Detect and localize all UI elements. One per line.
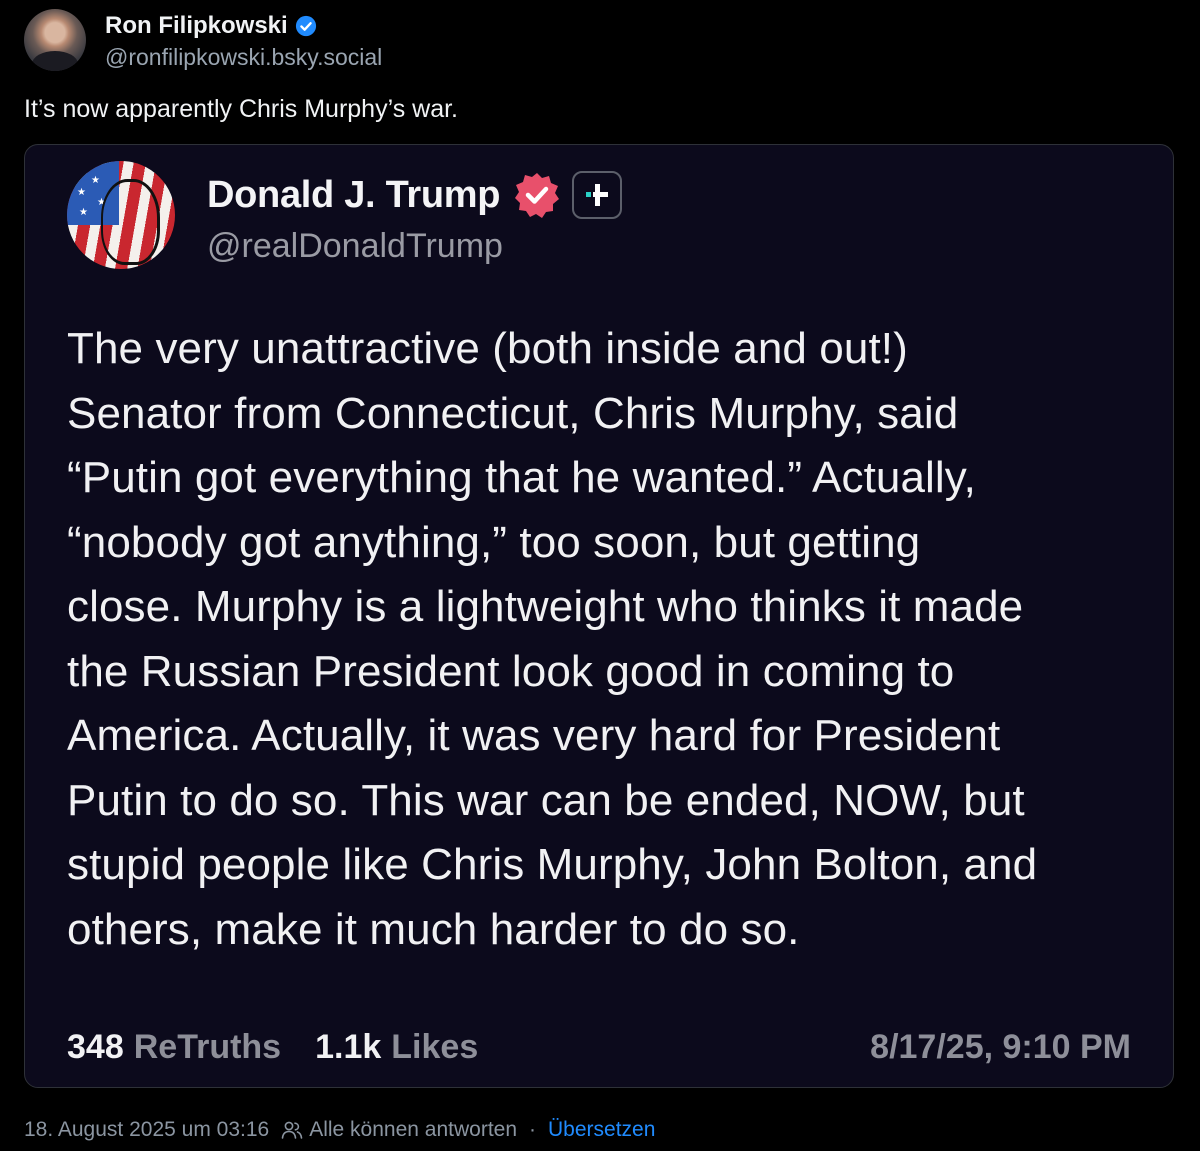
author-handle[interactable]: @ronfilipkowski.bsky.social <box>105 44 382 71</box>
likes-label: Likes <box>391 1027 479 1066</box>
truth-plus-icon <box>572 171 623 219</box>
embed-avatar: ★ ★ ★ ★ ★ <box>67 161 175 269</box>
embed-stats: 348 ReTruths 1.1k Likes 8/17/25, 9:10 PM <box>67 1025 1131 1069</box>
star-icon: ★ <box>77 187 86 198</box>
retruths-label: ReTruths <box>133 1027 282 1066</box>
post-author[interactable]: Ron Filipkowski @ronfilipkowski.bsky.soc… <box>24 8 382 72</box>
likes-stat: 1.1k Likes <box>315 1028 478 1067</box>
retruths-count: 348 <box>67 1027 124 1066</box>
avatar[interactable] <box>24 9 86 71</box>
reply-setting: Alle können antworten <box>309 1118 518 1141</box>
star-icon: ★ <box>91 175 100 186</box>
embed-body-text: The very unattractive (both inside and o… <box>67 324 1038 954</box>
retruths-stat: 348 ReTruths <box>67 1028 281 1067</box>
embedded-image-card[interactable]: ★ ★ ★ ★ ★ Donald J. Trump @realDonaldTru… <box>24 144 1174 1088</box>
verified-badge-icon <box>515 173 560 218</box>
author-display-name[interactable]: Ron Filipkowski <box>105 12 288 40</box>
post-text: It’s now apparently Chris Murphy’s war. <box>24 95 458 123</box>
post-footer: 18. August 2025 um 03:16 Alle können ant… <box>24 1114 655 1146</box>
embed-name-row: Donald J. Trump <box>207 169 623 221</box>
embed-timestamp: 8/17/25, 9:10 PM <box>870 1027 1131 1066</box>
people-icon <box>281 1121 303 1139</box>
verified-check-icon[interactable] <box>295 15 317 37</box>
separator-dot: · <box>529 1118 537 1141</box>
portrait-outline <box>101 179 160 265</box>
star-icon: ★ <box>79 207 88 218</box>
plus-icon <box>586 184 609 206</box>
embed-handle: @realDonaldTrump <box>207 227 503 265</box>
display-name-row: Ron Filipkowski <box>105 10 382 42</box>
post: Ron Filipkowski @ronfilipkowski.bsky.soc… <box>0 0 1200 1151</box>
star-icon: ★ <box>75 167 84 178</box>
translate-link[interactable]: Übersetzen <box>548 1118 655 1142</box>
likes-count: 1.1k <box>315 1027 382 1066</box>
post-date: 18. August 2025 um 03:16 <box>24 1118 270 1141</box>
embed-display-name: Donald J. Trump <box>207 173 501 216</box>
author-names: Ron Filipkowski @ronfilipkowski.bsky.soc… <box>105 10 382 71</box>
